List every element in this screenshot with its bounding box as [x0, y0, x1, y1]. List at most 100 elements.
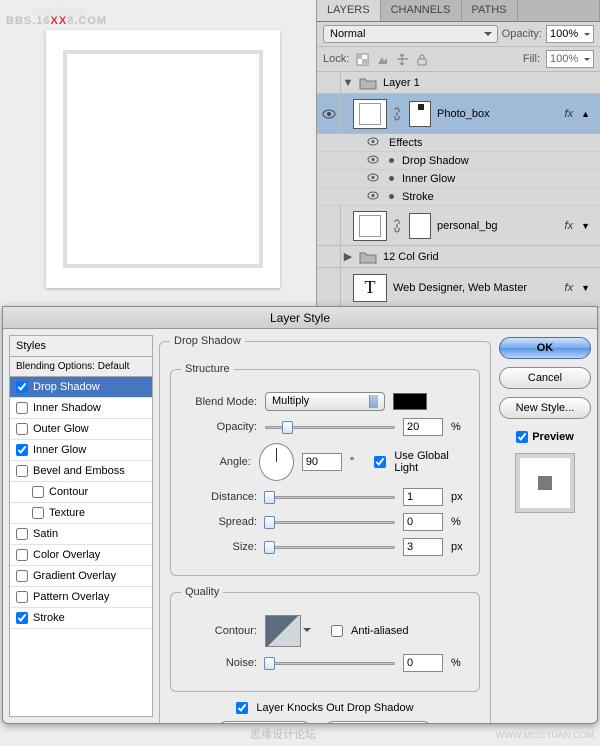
angle-dial[interactable]: [259, 443, 294, 481]
lock-label: Lock:: [323, 53, 349, 65]
opt-pattern-overlay[interactable]: Pattern Overlay: [10, 587, 152, 608]
lock-transparency-icon[interactable]: [355, 52, 369, 66]
tab-paths[interactable]: PATHS: [462, 0, 518, 21]
fx-toggle[interactable]: ▲: [581, 109, 596, 119]
folder-icon: [359, 250, 377, 264]
panel-menu-icon[interactable]: [578, 0, 600, 21]
opt-inner-shadow[interactable]: Inner Shadow: [10, 398, 152, 419]
reset-default-button[interactable]: Reset to Default: [324, 721, 433, 723]
tab-layers[interactable]: LAYERS: [317, 0, 381, 21]
layer-personal-bg[interactable]: personal_bg fx ▼: [317, 206, 600, 246]
chk-inner-shadow[interactable]: [16, 402, 28, 414]
visibility-toggle[interactable]: [317, 94, 341, 133]
opt-inner-glow[interactable]: Inner Glow: [10, 440, 152, 461]
preview-toggle[interactable]: Preview: [516, 431, 574, 443]
distance-input[interactable]: [403, 488, 443, 506]
eye-icon[interactable]: [365, 173, 381, 185]
layer-name[interactable]: Web Designer, Web Master: [393, 282, 559, 294]
layer-name[interactable]: personal_bg: [437, 220, 559, 232]
chk-stroke[interactable]: [16, 612, 28, 624]
eye-icon[interactable]: [365, 191, 381, 203]
chk-texture[interactable]: [32, 507, 44, 519]
global-light-check[interactable]: [374, 456, 386, 468]
contour-picker[interactable]: [265, 615, 301, 647]
spread-input[interactable]: [403, 513, 443, 531]
layer-group-1[interactable]: ▼ Layer 1: [317, 72, 600, 94]
opt-gradient-overlay[interactable]: Gradient Overlay: [10, 566, 152, 587]
chk-color-overlay[interactable]: [16, 549, 28, 561]
fx-indicator[interactable]: fx: [565, 282, 576, 294]
lock-position-icon[interactable]: [395, 52, 409, 66]
new-style-button[interactable]: New Style...: [499, 397, 591, 419]
opt-color-overlay[interactable]: Color Overlay: [10, 545, 152, 566]
opt-stroke[interactable]: Stroke: [10, 608, 152, 629]
angle-input[interactable]: [302, 453, 342, 471]
fx-toggle[interactable]: ▼: [581, 283, 596, 293]
shadow-color-swatch[interactable]: [393, 393, 427, 410]
spread-slider[interactable]: [265, 521, 395, 524]
effect-inner-glow[interactable]: Inner Glow: [317, 170, 600, 188]
chk-gradient-overlay[interactable]: [16, 570, 28, 582]
effect-stroke[interactable]: Stroke: [317, 188, 600, 206]
chk-inner-glow[interactable]: [16, 444, 28, 456]
layer-name[interactable]: Photo_box: [437, 108, 559, 120]
noise-slider[interactable]: [265, 662, 395, 665]
knockout-check[interactable]: [236, 702, 248, 714]
fx-toggle[interactable]: ▼: [581, 221, 596, 231]
opt-drop-shadow[interactable]: Drop Shadow: [10, 377, 152, 398]
chk-contour[interactable]: [32, 486, 44, 498]
fx-indicator[interactable]: fx: [565, 220, 576, 232]
drop-shadow-group: Drop Shadow Structure Blend Mode: Multip…: [159, 335, 491, 723]
ok-button[interactable]: OK: [499, 337, 591, 359]
link-icon[interactable]: [393, 107, 403, 121]
lock-all-icon[interactable]: [415, 52, 429, 66]
visibility-toggle[interactable]: [317, 206, 341, 245]
chk-bevel[interactable]: [16, 465, 28, 477]
size-slider[interactable]: [265, 546, 395, 549]
layer-text[interactable]: T Web Designer, Web Master fx ▼: [317, 268, 600, 308]
chk-satin[interactable]: [16, 528, 28, 540]
lock-image-icon[interactable]: [375, 52, 389, 66]
eye-icon[interactable]: [365, 137, 381, 149]
size-input[interactable]: [403, 538, 443, 556]
expand-arrow[interactable]: ▼: [341, 77, 355, 89]
visibility-toggle[interactable]: [317, 72, 341, 93]
layer-name[interactable]: 12 Col Grid: [383, 251, 596, 263]
opt-satin[interactable]: Satin: [10, 524, 152, 545]
chk-drop-shadow[interactable]: [16, 381, 28, 393]
eye-icon[interactable]: [365, 155, 381, 167]
chk-pattern-overlay[interactable]: [16, 591, 28, 603]
opacity-value[interactable]: 100%: [546, 25, 594, 43]
noise-input[interactable]: [403, 654, 443, 672]
link-icon[interactable]: [393, 219, 403, 233]
preview-check[interactable]: [516, 431, 528, 443]
fx-indicator[interactable]: fx: [565, 108, 576, 120]
blending-options[interactable]: Blending Options: Default: [10, 357, 152, 377]
opt-contour[interactable]: Contour: [10, 482, 152, 503]
styles-header[interactable]: Styles: [10, 336, 152, 357]
blend-mode-dropdown[interactable]: Multiply: [265, 392, 385, 411]
tab-channels[interactable]: CHANNELS: [381, 0, 462, 21]
layer-photo-box[interactable]: Photo_box fx ▲: [317, 94, 600, 134]
visibility-toggle[interactable]: [317, 246, 341, 267]
fill-value[interactable]: 100%: [546, 50, 594, 68]
antialias-check[interactable]: [331, 625, 343, 637]
opacity-input[interactable]: [403, 418, 443, 436]
effect-drop-shadow[interactable]: Drop Shadow: [317, 152, 600, 170]
layer-grid-group[interactable]: ▶ 12 Col Grid: [317, 246, 600, 268]
visibility-toggle[interactable]: [317, 268, 341, 307]
spread-unit: %: [451, 516, 469, 528]
expand-arrow[interactable]: ▶: [341, 250, 355, 263]
distance-slider[interactable]: [265, 496, 395, 499]
opacity-slider[interactable]: [265, 426, 395, 429]
blend-mode-select[interactable]: Normal: [323, 25, 498, 43]
canvas-area[interactable]: [46, 30, 280, 288]
layer-name[interactable]: Layer 1: [383, 77, 596, 89]
effect-header[interactable]: Effects: [317, 134, 600, 152]
opt-outer-glow[interactable]: Outer Glow: [10, 419, 152, 440]
opt-bevel[interactable]: Bevel and Emboss: [10, 461, 152, 482]
chk-outer-glow[interactable]: [16, 423, 28, 435]
make-default-button[interactable]: Make Default: [217, 721, 312, 723]
cancel-button[interactable]: Cancel: [499, 367, 591, 389]
opt-texture[interactable]: Texture: [10, 503, 152, 524]
